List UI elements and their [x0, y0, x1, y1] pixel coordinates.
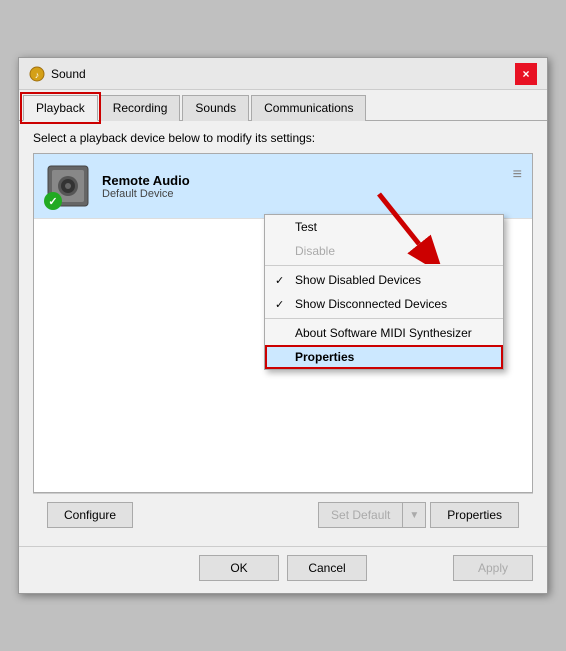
ok-button[interactable]: OK [199, 555, 279, 581]
tab-recording[interactable]: Recording [100, 95, 181, 121]
tab-sounds[interactable]: Sounds [182, 95, 249, 121]
ctx-item-disable[interactable]: Disable [265, 239, 503, 263]
properties-button[interactable]: Properties [430, 502, 519, 528]
device-name: Remote Audio [102, 173, 503, 188]
ctx-item-show-disconnected[interactable]: ✓ Show Disconnected Devices [265, 292, 503, 316]
device-list[interactable]: ✓ Remote Audio Default Device ≡ Test Dis… [33, 153, 533, 493]
device-status: Default Device [102, 188, 503, 200]
footer-center-buttons: OK Cancel [199, 555, 367, 581]
title-bar: ♪ Sound × [19, 58, 547, 90]
dialog-footer: OK Cancel Apply [19, 546, 547, 593]
cancel-button[interactable]: Cancel [287, 555, 367, 581]
sound-dialog: ♪ Sound × Playback Recording Sounds Comm… [18, 57, 548, 594]
svg-text:♪: ♪ [35, 70, 40, 80]
tab-bar: Playback Recording Sounds Communications [19, 90, 547, 121]
ctx-separator-2 [265, 318, 503, 319]
default-check-icon: ✓ [44, 192, 62, 210]
scrollbar-icon: ≡ [513, 166, 522, 184]
set-default-group: Set Default ▼ [318, 502, 426, 528]
ctx-separator-1 [265, 265, 503, 266]
ctx-item-about-midi[interactable]: About Software MIDI Synthesizer [265, 321, 503, 345]
bottom-button-bar: Configure Set Default ▼ Properties [33, 493, 533, 536]
set-default-dropdown-button[interactable]: ▼ [402, 502, 426, 528]
device-item-remote-audio[interactable]: ✓ Remote Audio Default Device ≡ [34, 154, 532, 219]
tab-communications[interactable]: Communications [251, 95, 366, 121]
close-button[interactable]: × [515, 63, 537, 85]
bottom-right-buttons: Set Default ▼ Properties [318, 502, 519, 528]
title-bar-left: ♪ Sound [29, 66, 86, 82]
device-icon-wrapper: ✓ [44, 162, 92, 210]
checkmark-disconnected: ✓ [275, 298, 284, 311]
ctx-item-show-disabled[interactable]: ✓ Show Disabled Devices [265, 268, 503, 292]
ctx-item-properties[interactable]: Properties [265, 345, 503, 369]
set-default-button[interactable]: Set Default [318, 502, 402, 528]
dialog-title: Sound [51, 67, 86, 81]
apply-button[interactable]: Apply [453, 555, 533, 581]
context-menu: Test Disable ✓ Show Disabled Devices ✓ S… [264, 214, 504, 370]
tab-playback[interactable]: Playback [23, 95, 98, 121]
checkmark-disabled: ✓ [275, 274, 284, 287]
description-text: Select a playback device below to modify… [33, 131, 533, 145]
bottom-left-buttons: Configure [47, 502, 133, 528]
footer-right: Apply [375, 555, 533, 581]
device-info: Remote Audio Default Device [102, 173, 503, 200]
sound-title-icon: ♪ [29, 66, 45, 82]
dialog-body: Select a playback device below to modify… [19, 121, 547, 546]
ctx-item-test[interactable]: Test [265, 215, 503, 239]
configure-button[interactable]: Configure [47, 502, 133, 528]
